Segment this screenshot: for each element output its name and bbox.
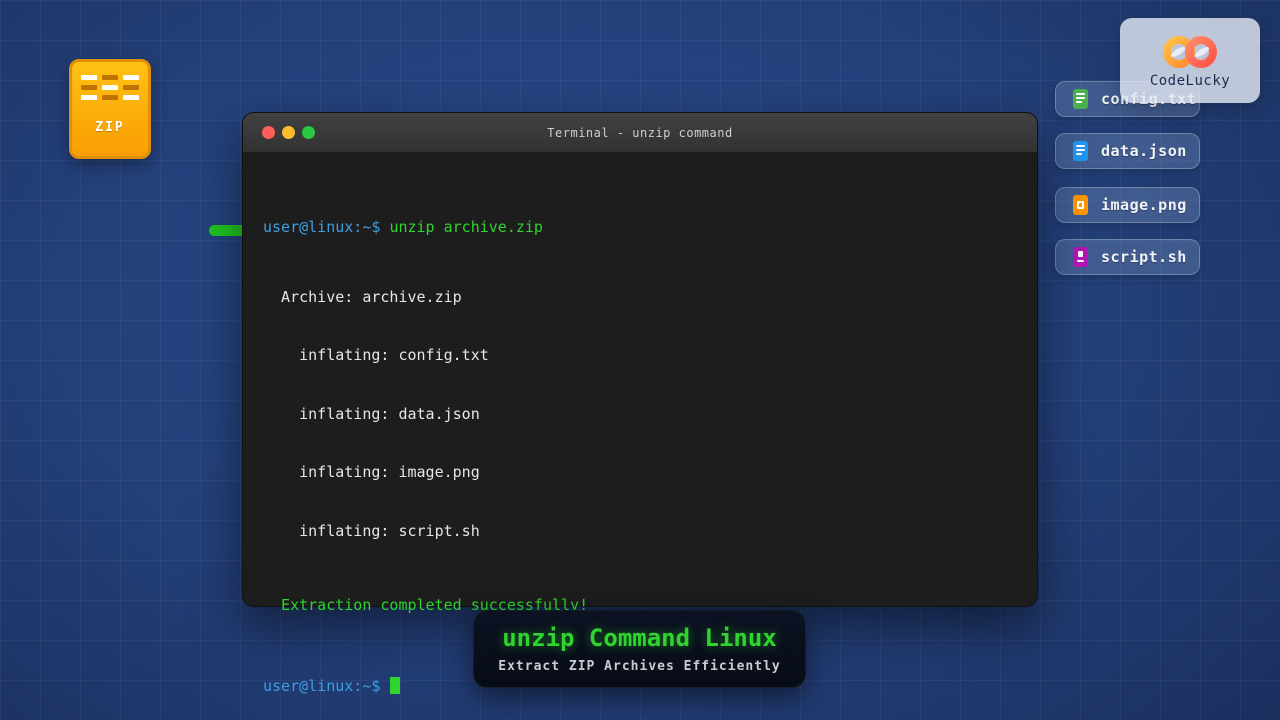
text-file-icon: [1073, 89, 1088, 109]
terminal-titlebar[interactable]: Terminal - unzip command: [243, 113, 1037, 153]
file-chip-data-json[interactable]: data.json: [1055, 133, 1200, 169]
zipper-pattern: [72, 75, 148, 100]
typed-command: unzip archive.zip: [389, 218, 543, 236]
brand-name: CodeLucky: [1150, 73, 1230, 89]
output-line: Archive: archive.zip: [263, 288, 1017, 308]
infinity-logo-icon: [1158, 33, 1222, 71]
json-file-icon: [1073, 141, 1088, 161]
file-chip-image-png[interactable]: image.png: [1055, 187, 1200, 223]
close-button[interactable]: [262, 126, 275, 139]
zip-archive-icon: ZIP: [69, 59, 151, 159]
terminal-window: Terminal - unzip command user@linux:~$ u…: [242, 112, 1038, 607]
title-banner: unzip Command Linux Extract ZIP Archives…: [473, 610, 806, 688]
output-line: inflating: config.txt: [263, 346, 1017, 366]
shell-prompt: user@linux:~$: [263, 677, 389, 695]
file-chip-script-sh[interactable]: script.sh: [1055, 239, 1200, 275]
minimize-button[interactable]: [282, 126, 295, 139]
command-line: user@linux:~$ unzip archive.zip: [263, 218, 1017, 238]
file-name: data.json: [1101, 142, 1187, 160]
file-name: image.png: [1101, 196, 1187, 214]
output-line: inflating: image.png: [263, 463, 1017, 483]
image-file-icon: [1073, 195, 1088, 215]
output-line: inflating: script.sh: [263, 522, 1017, 542]
banner-subtitle: Extract ZIP Archives Efficiently: [498, 659, 780, 674]
terminal-cursor: [390, 677, 400, 694]
brand-badge: CodeLucky: [1120, 18, 1260, 103]
shell-prompt: user@linux:~$: [263, 218, 389, 236]
maximize-button[interactable]: [302, 126, 315, 139]
shell-script-file-icon: [1073, 247, 1088, 267]
window-controls: [262, 113, 315, 152]
window-title: Terminal - unzip command: [547, 126, 732, 140]
canvas: ZIP Terminal - unzip command user@linux:…: [0, 0, 1280, 720]
output-line: inflating: data.json: [263, 405, 1017, 425]
file-name: script.sh: [1101, 248, 1187, 266]
banner-title: unzip Command Linux: [502, 624, 777, 652]
zip-label: ZIP: [72, 120, 148, 135]
